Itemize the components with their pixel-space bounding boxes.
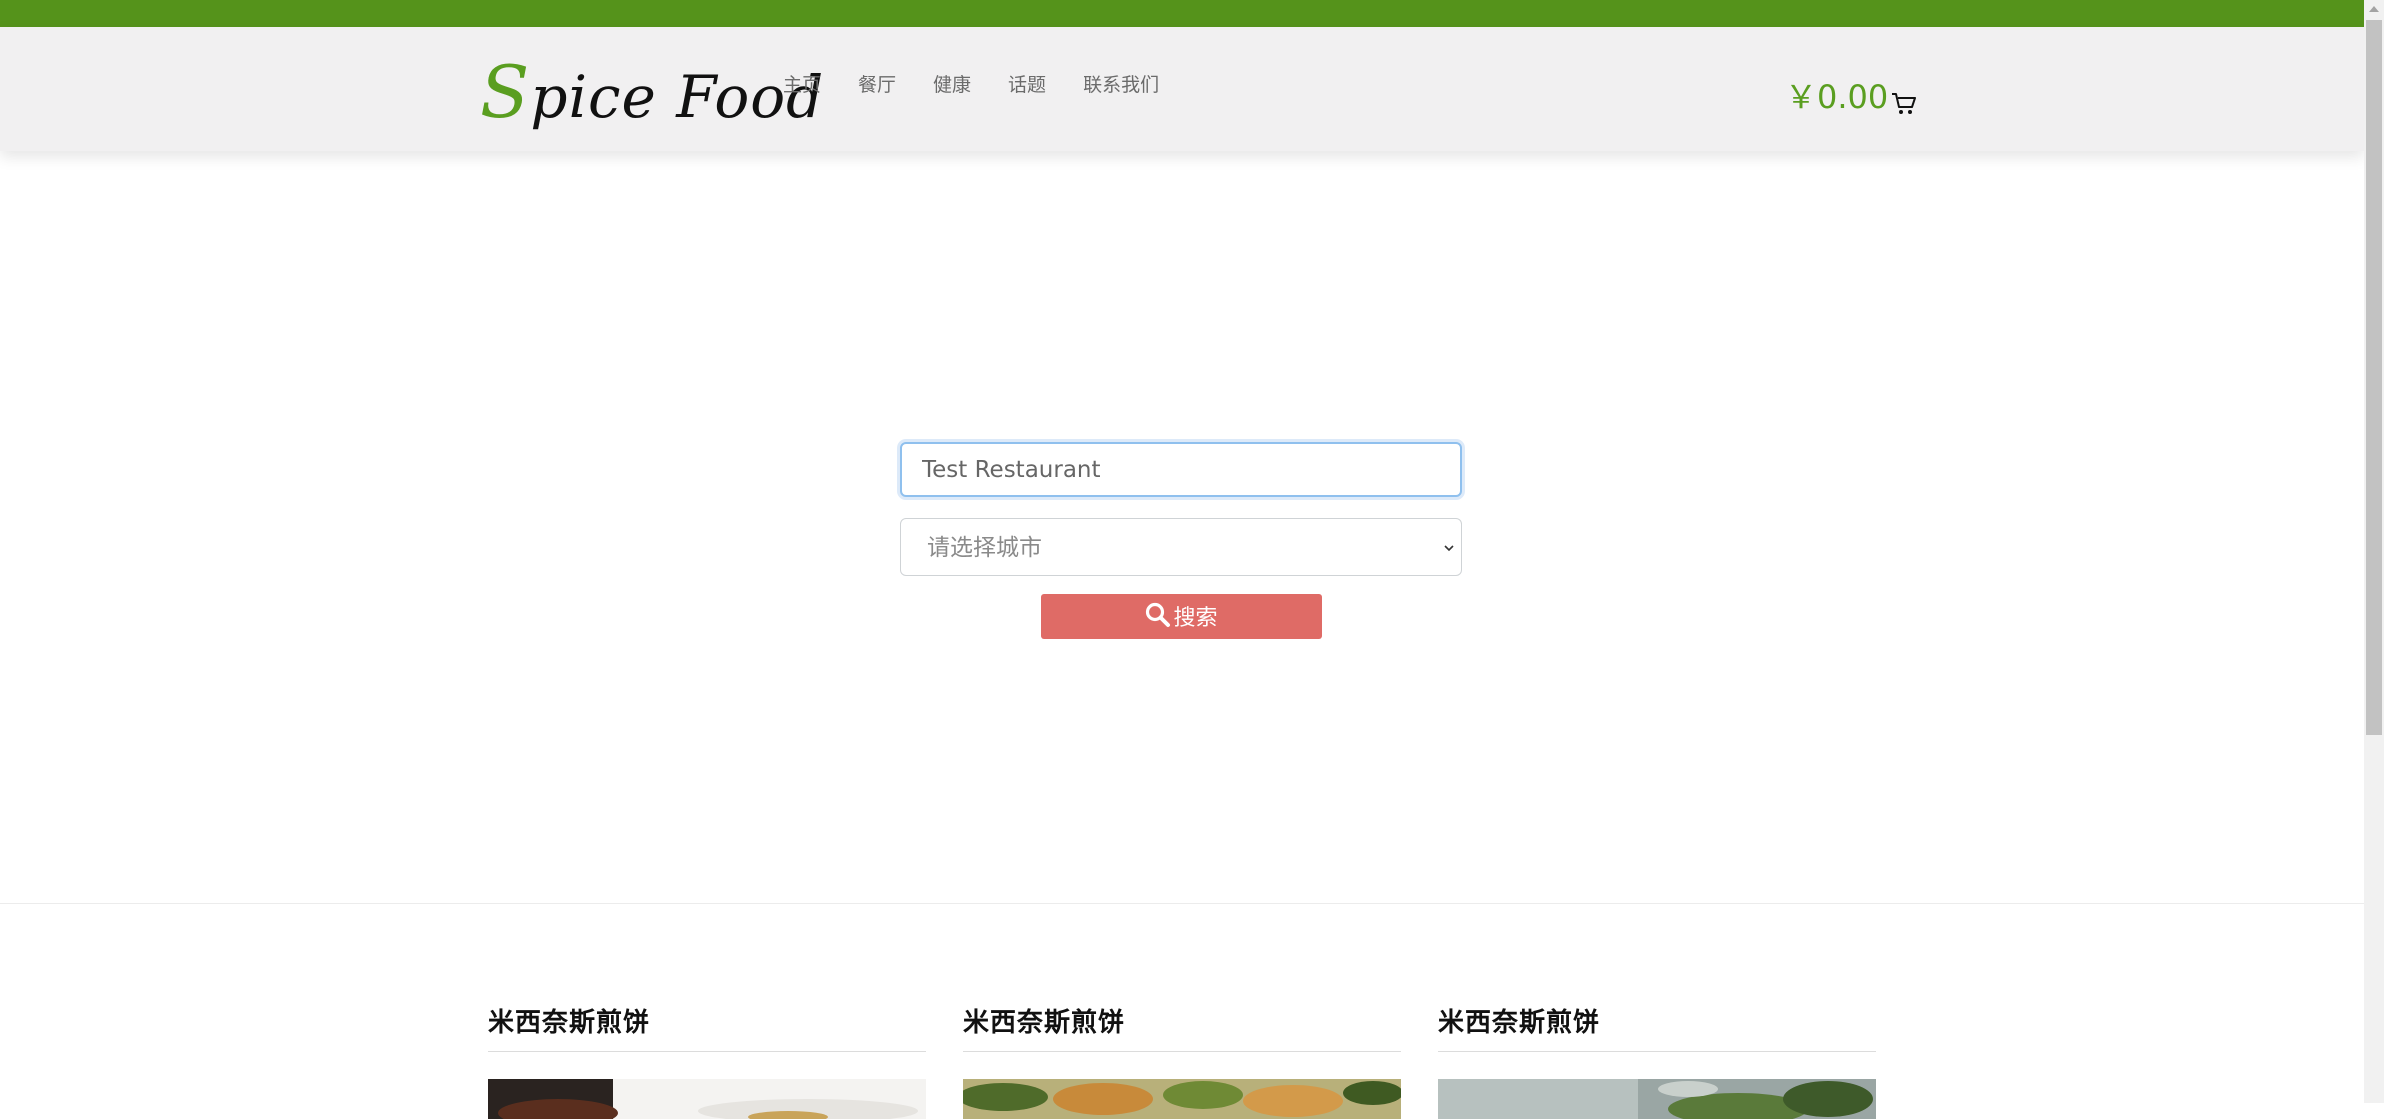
nav-item-contact[interactable]: 联系我们 <box>1083 71 1159 99</box>
dish-card[interactable]: 米西奈斯煎饼 <box>1438 1003 1876 1119</box>
nav-item-health[interactable]: 健康 <box>933 71 971 99</box>
dish-card[interactable]: 米西奈斯煎饼 <box>963 1003 1401 1119</box>
card-divider <box>488 1051 926 1052</box>
city-select[interactable]: 请选择城市 <box>900 518 1462 576</box>
scrollbar-thumb[interactable] <box>2366 20 2382 735</box>
vertical-scrollbar[interactable] <box>2364 0 2384 1103</box>
section-divider <box>0 903 2364 904</box>
top-accent-bar <box>0 0 2364 27</box>
cart-icon <box>1892 93 1917 114</box>
site-header: Spice Food 主页 餐厅 健康 话题 联系我们 ￥0.00 <box>0 27 2364 151</box>
city-select-value: 请选择城市 <box>927 535 1042 561</box>
card-divider <box>963 1051 1401 1052</box>
logo[interactable]: Spice Food <box>480 47 824 137</box>
nav-item-topics[interactable]: 话题 <box>1008 71 1046 99</box>
nav-item-restaurants[interactable]: 餐厅 <box>858 71 896 99</box>
search-button-label: 搜索 <box>1173 606 1218 631</box>
card-title: 米西奈斯煎饼 <box>963 1008 1126 1038</box>
card-image[interactable] <box>963 1079 1401 1119</box>
search-icon <box>1146 602 1171 627</box>
card-image[interactable] <box>488 1079 926 1119</box>
card-title: 米西奈斯煎饼 <box>1438 1008 1601 1038</box>
scroll-up-arrow-icon[interactable] <box>2369 6 2379 12</box>
logo-initial: S <box>480 50 531 134</box>
main-nav: 主页 餐厅 健康 话题 联系我们 <box>783 71 1196 99</box>
logo-word-spice: pice <box>530 63 677 131</box>
cart-amount: ￥0.00 <box>1785 78 1889 116</box>
card-title: 米西奈斯煎饼 <box>488 1008 651 1038</box>
card-divider <box>1438 1051 1876 1052</box>
search-button[interactable]: 搜索 <box>1041 594 1322 639</box>
dish-card[interactable]: 米西奈斯煎饼 <box>488 1003 926 1119</box>
card-image[interactable] <box>1438 1079 1876 1119</box>
restaurant-search-input[interactable] <box>900 442 1462 497</box>
nav-item-home[interactable]: 主页 <box>783 71 821 99</box>
cart-button[interactable]: ￥0.00 <box>1785 77 1918 117</box>
chevron-down-icon <box>1444 545 1454 552</box>
